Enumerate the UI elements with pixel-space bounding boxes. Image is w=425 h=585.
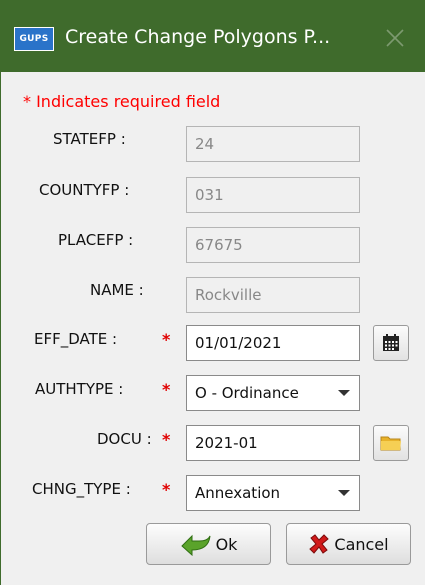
chng-type-label: CHNG_TYPE :	[32, 480, 131, 498]
cancel-label: Cancel	[334, 534, 389, 554]
chevron-down-icon	[338, 390, 350, 396]
calendar-icon	[383, 334, 399, 351]
required-marker: *	[162, 430, 171, 449]
docu-input[interactable]: 2021-01	[186, 425, 360, 461]
chng-type-dropdown[interactable]: Annexation	[186, 475, 360, 511]
cancel-button[interactable]: Cancel	[286, 523, 411, 565]
gups-app-icon: GUPS	[14, 27, 54, 51]
browse-folder-button[interactable]	[373, 425, 409, 461]
title-bar[interactable]: GUPS Create Change Polygons P...	[1, 0, 425, 72]
authtype-selected-value: O - Ordinance	[195, 384, 299, 402]
dialog-window: GUPS Create Change Polygons P... * Indic…	[0, 0, 425, 585]
eff-date-label: EFF_DATE :	[34, 330, 118, 348]
chng-type-selected-value: Annexation	[195, 484, 281, 502]
statefp-field: 24	[186, 126, 360, 162]
required-marker: *	[162, 480, 171, 499]
statefp-label: STATEFP :	[53, 130, 126, 148]
green-arrow-icon	[180, 534, 211, 556]
close-icon	[386, 29, 404, 47]
authtype-label: AUTHTYPE :	[35, 380, 124, 398]
eff-date-input[interactable]: 01/01/2021	[186, 325, 360, 361]
name-label: NAME :	[90, 281, 144, 299]
countyfp-label: COUNTYFP :	[39, 181, 130, 199]
placefp-field: 67675	[186, 227, 360, 263]
docu-label: DOCU :	[97, 430, 152, 448]
countyfp-field: 031	[186, 177, 360, 213]
authtype-dropdown[interactable]: O - Ordinance	[186, 375, 360, 411]
window-title: Create Change Polygons P...	[65, 26, 331, 48]
folder-icon	[380, 436, 401, 451]
red-x-icon	[309, 534, 330, 554]
name-field: Rockville	[186, 277, 360, 313]
required-field-note: * Indicates required field	[23, 92, 221, 111]
chevron-down-icon	[338, 490, 350, 496]
required-marker: *	[162, 330, 171, 349]
placefp-label: PLACEFP :	[58, 231, 134, 249]
date-picker-button[interactable]	[373, 325, 409, 361]
ok-button[interactable]: Ok	[146, 523, 271, 565]
ok-label: Ok	[215, 534, 238, 554]
required-marker: *	[162, 380, 171, 399]
close-button[interactable]	[377, 20, 413, 56]
